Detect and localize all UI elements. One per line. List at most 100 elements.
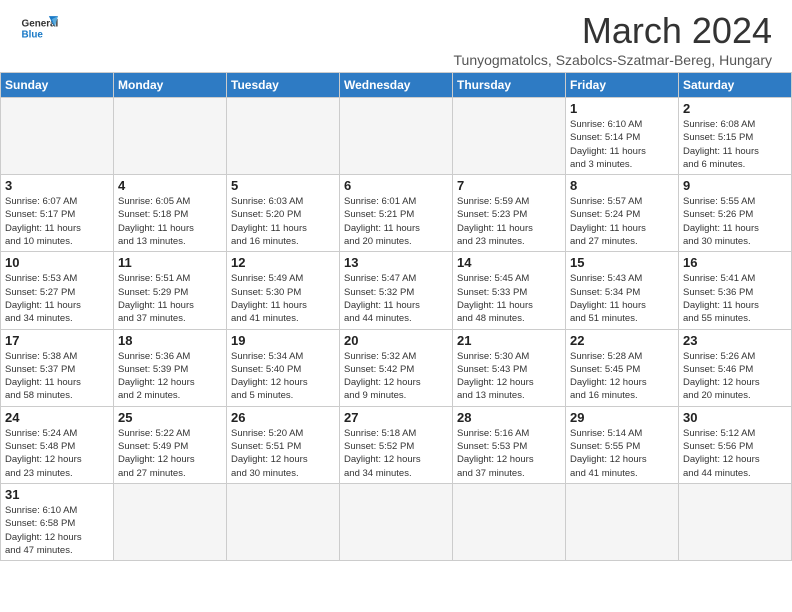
day-info: Sunrise: 5:43 AM Sunset: 5:34 PM Dayligh… [570,272,674,325]
calendar-cell: 24Sunrise: 5:24 AM Sunset: 5:48 PM Dayli… [1,406,114,483]
calendar-cell [340,483,453,560]
day-number: 9 [683,178,787,193]
day-number: 15 [570,255,674,270]
weekday-header-tuesday: Tuesday [227,73,340,98]
week-row-2: 3 Sunrise: 6:07 AM Sunset: 5:17 PM Daylig… [1,175,792,252]
day-info: Sunrise: 5:38 AM Sunset: 5:37 PM Dayligh… [5,350,109,403]
calendar-cell: 31 Sunrise: 6:10 AM Sunset: 6:58 PM Dayli… [1,483,114,560]
day-number: 2 [683,101,787,116]
day-info: Sunrise: 5:45 AM Sunset: 5:33 PM Dayligh… [457,272,561,325]
week-row-6: 31 Sunrise: 6:10 AM Sunset: 6:58 PM Dayli… [1,483,792,560]
weekday-header-sunday: Sunday [1,73,114,98]
day-number: 21 [457,333,561,348]
day-number: 31 [5,487,109,502]
day-number: 14 [457,255,561,270]
day-number: 3 [5,178,109,193]
day-number: 30 [683,410,787,425]
calendar-cell [679,483,792,560]
day-number: 28 [457,410,561,425]
calendar-cell: 3 Sunrise: 6:07 AM Sunset: 5:17 PM Daylig… [1,175,114,252]
day-info: Sunrise: 5:30 AM Sunset: 5:43 PM Dayligh… [457,350,561,403]
day-info: Sunrise: 6:10 AM Sunset: 6:58 PM Dayligh… [5,504,109,557]
calendar-cell: 25 Sunrise: 5:22 AM Sunset: 5:49 PM Dayli… [114,406,227,483]
calendar-cell [453,483,566,560]
day-info: Sunrise: 6:03 AM Sunset: 5:20 PM Dayligh… [231,195,335,248]
day-info: Sunrise: 5:26 AM Sunset: 5:46 PM Dayligh… [683,350,787,403]
day-info: Sunrise: 5:53 AM Sunset: 5:27 PM Dayligh… [5,272,109,325]
day-info: Sunrise: 5:24 AM Sunset: 5:48 PM Dayligh… [5,427,109,480]
day-number: 12 [231,255,335,270]
calendar-cell: 14 Sunrise: 5:45 AM Sunset: 5:33 PM Dayli… [453,252,566,329]
day-number: 8 [570,178,674,193]
calendar-cell [227,483,340,560]
calendar-cell: 4 Sunrise: 6:05 AM Sunset: 5:18 PM Daylig… [114,175,227,252]
calendar-cell: 21 Sunrise: 5:30 AM Sunset: 5:43 PM Dayli… [453,329,566,406]
day-number: 19 [231,333,335,348]
calendar: SundayMondayTuesdayWednesdayThursdayFrid… [0,72,792,561]
calendar-cell: 29 Sunrise: 5:14 AM Sunset: 5:55 PM Dayli… [566,406,679,483]
day-number: 13 [344,255,448,270]
weekday-header-row: SundayMondayTuesdayWednesdayThursdayFrid… [1,73,792,98]
day-info: Sunrise: 6:01 AM Sunset: 5:21 PM Dayligh… [344,195,448,248]
calendar-cell: 23 Sunrise: 5:26 AM Sunset: 5:46 PM Dayli… [679,329,792,406]
day-info: Sunrise: 5:12 AM Sunset: 5:56 PM Dayligh… [683,427,787,480]
calendar-cell: 13Sunrise: 5:47 AM Sunset: 5:32 PM Dayli… [340,252,453,329]
day-number: 5 [231,178,335,193]
calendar-cell [340,98,453,175]
subtitle: Tunyogmatolcs, Szabolcs-Szatmar-Bereg, H… [454,52,773,68]
day-number: 11 [118,255,222,270]
day-info: Sunrise: 6:08 AM Sunset: 5:15 PM Dayligh… [683,118,787,171]
calendar-cell: 15 Sunrise: 5:43 AM Sunset: 5:34 PM Dayli… [566,252,679,329]
day-info: Sunrise: 5:28 AM Sunset: 5:45 PM Dayligh… [570,350,674,403]
day-info: Sunrise: 5:57 AM Sunset: 5:24 PM Dayligh… [570,195,674,248]
day-info: Sunrise: 5:55 AM Sunset: 5:26 PM Dayligh… [683,195,787,248]
day-info: Sunrise: 5:14 AM Sunset: 5:55 PM Dayligh… [570,427,674,480]
weekday-header-thursday: Thursday [453,73,566,98]
calendar-cell: 19Sunrise: 5:34 AM Sunset: 5:40 PM Dayli… [227,329,340,406]
logo-icon: General Blue [20,10,58,48]
day-info: Sunrise: 6:05 AM Sunset: 5:18 PM Dayligh… [118,195,222,248]
calendar-cell: 16Sunrise: 5:41 AM Sunset: 5:36 PM Dayli… [679,252,792,329]
main-title: March 2024 [454,10,773,52]
calendar-cell: 12Sunrise: 5:49 AM Sunset: 5:30 PM Dayli… [227,252,340,329]
calendar-cell: 1Sunrise: 6:10 AM Sunset: 5:14 PM Daylig… [566,98,679,175]
calendar-cell [453,98,566,175]
day-number: 18 [118,333,222,348]
calendar-cell: 20Sunrise: 5:32 AM Sunset: 5:42 PM Dayli… [340,329,453,406]
calendar-cell: 2 Sunrise: 6:08 AM Sunset: 5:15 PM Daylig… [679,98,792,175]
calendar-cell: 22Sunrise: 5:28 AM Sunset: 5:45 PM Dayli… [566,329,679,406]
day-number: 26 [231,410,335,425]
day-info: Sunrise: 6:07 AM Sunset: 5:17 PM Dayligh… [5,195,109,248]
week-row-4: 17 Sunrise: 5:38 AM Sunset: 5:37 PM Dayli… [1,329,792,406]
day-number: 7 [457,178,561,193]
calendar-cell [114,98,227,175]
weekday-header-wednesday: Wednesday [340,73,453,98]
day-info: Sunrise: 5:36 AM Sunset: 5:39 PM Dayligh… [118,350,222,403]
day-info: Sunrise: 5:59 AM Sunset: 5:23 PM Dayligh… [457,195,561,248]
calendar-cell: 11 Sunrise: 5:51 AM Sunset: 5:29 PM Dayli… [114,252,227,329]
day-info: Sunrise: 5:32 AM Sunset: 5:42 PM Dayligh… [344,350,448,403]
day-number: 4 [118,178,222,193]
header: General Blue March 2024 Tunyogmatolcs, S… [0,0,792,72]
day-number: 23 [683,333,787,348]
week-row-3: 10Sunrise: 5:53 AM Sunset: 5:27 PM Dayli… [1,252,792,329]
calendar-cell [114,483,227,560]
weekday-header-monday: Monday [114,73,227,98]
logo: General Blue [20,10,58,48]
day-number: 25 [118,410,222,425]
day-number: 17 [5,333,109,348]
day-number: 6 [344,178,448,193]
calendar-cell [227,98,340,175]
day-info: Sunrise: 5:16 AM Sunset: 5:53 PM Dayligh… [457,427,561,480]
day-number: 29 [570,410,674,425]
calendar-cell: 7 Sunrise: 5:59 AM Sunset: 5:23 PM Daylig… [453,175,566,252]
svg-text:Blue: Blue [22,29,44,40]
day-info: Sunrise: 5:22 AM Sunset: 5:49 PM Dayligh… [118,427,222,480]
day-info: Sunrise: 5:20 AM Sunset: 5:51 PM Dayligh… [231,427,335,480]
day-info: Sunrise: 5:51 AM Sunset: 5:29 PM Dayligh… [118,272,222,325]
day-info: Sunrise: 5:41 AM Sunset: 5:36 PM Dayligh… [683,272,787,325]
day-number: 27 [344,410,448,425]
calendar-cell: 8 Sunrise: 5:57 AM Sunset: 5:24 PM Daylig… [566,175,679,252]
title-area: March 2024 Tunyogmatolcs, Szabolcs-Szatm… [454,10,773,68]
calendar-cell: 27Sunrise: 5:18 AM Sunset: 5:52 PM Dayli… [340,406,453,483]
